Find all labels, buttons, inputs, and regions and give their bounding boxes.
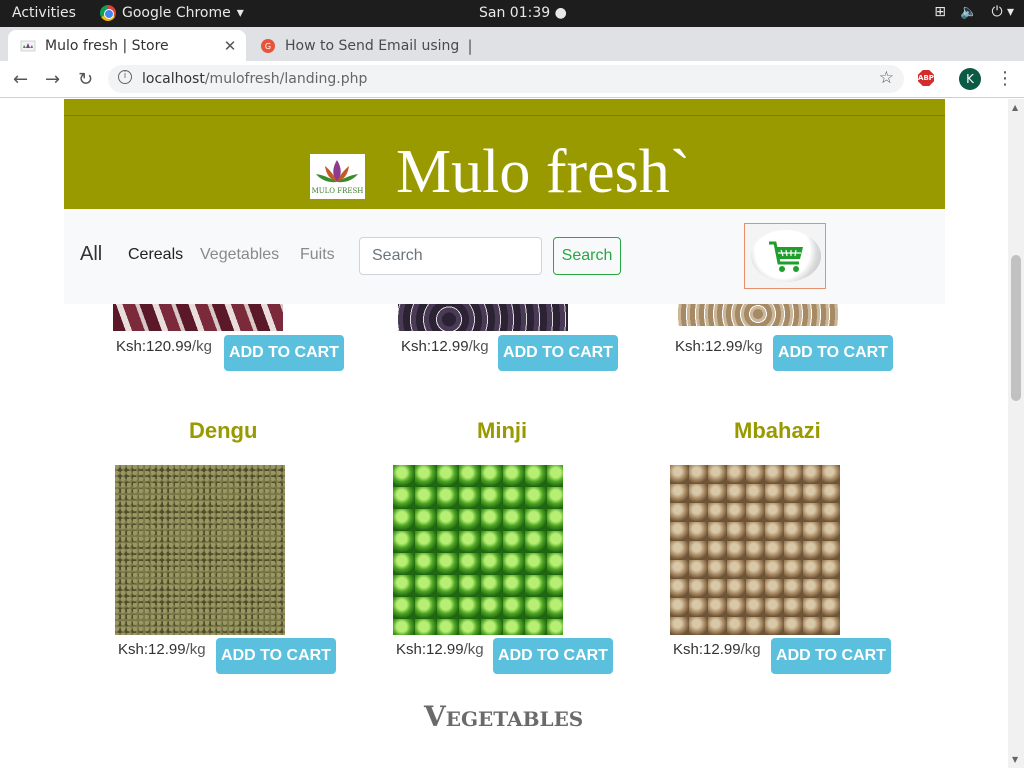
product-name: Dengu: [189, 418, 258, 443]
tab-mulo-fresh[interactable]: Mulo fresh | Store ✕: [8, 30, 246, 61]
add-to-cart-button[interactable]: ADD TO CART: [498, 335, 618, 371]
nav-link-all[interactable]: All: [80, 243, 102, 266]
address-bar[interactable]: i localhost/mulofresh/landing.php ☆: [108, 65, 904, 93]
chrome-menu-icon[interactable]: ⋮: [996, 68, 1014, 89]
product-price: Ksh:12.99/kg: [675, 338, 763, 355]
svg-text:G: G: [265, 42, 271, 51]
tab-send-email[interactable]: G How to Send Email using |: [250, 30, 486, 61]
product-image-partial: [678, 302, 838, 326]
tab-title: How to Send Email using: [285, 37, 460, 54]
shopping-cart-icon: [769, 241, 803, 272]
bookmark-star-icon[interactable]: ☆: [879, 68, 894, 88]
forward-icon[interactable]: →: [45, 69, 60, 90]
activities-button[interactable]: Activities: [12, 5, 76, 21]
cart-button[interactable]: [744, 223, 826, 289]
scrollbar-thumb[interactable]: [1011, 255, 1021, 401]
info-icon[interactable]: i: [118, 70, 132, 84]
tab-title: Mulo fresh | Store: [45, 37, 169, 54]
site-header: MULO FRESH Mulo fresh`: [64, 99, 945, 209]
add-to-cart-button[interactable]: ADD TO CART: [216, 638, 336, 674]
back-icon[interactable]: ←: [13, 69, 28, 90]
mulo-favicon-icon: [20, 40, 36, 51]
scroll-up-icon[interactable]: ▲: [1012, 103, 1018, 112]
os-top-bar: Activities Google Chrome ▾ San 01:39 ● ⊞…: [0, 0, 1024, 27]
tutorial-favicon-icon: G: [261, 38, 275, 53]
product-price: Ksh:12.99/kg: [118, 641, 206, 658]
product-price: Ksh:12.99/kg: [396, 641, 484, 658]
add-to-cart-button[interactable]: ADD TO CART: [771, 638, 891, 674]
product-name: Mbahazi: [734, 418, 821, 443]
add-to-cart-button[interactable]: ADD TO CART: [493, 638, 613, 674]
nav-link-fruits[interactable]: Fuits: [300, 246, 335, 264]
add-to-cart-button[interactable]: ADD TO CART: [224, 335, 344, 371]
product-price: Ksh:12.99/kg: [673, 641, 761, 658]
caret-down-icon: ▾: [236, 5, 244, 21]
close-tab-icon[interactable]: ✕: [220, 37, 240, 55]
section-title-vegetables: Vegetables: [424, 700, 584, 733]
page-viewport: Ksh:120.99/kg ADD TO CART Ksh:12.99/kg A…: [0, 99, 1008, 768]
add-to-cart-button[interactable]: ADD TO CART: [773, 335, 893, 371]
adblock-icon[interactable]: ABP: [918, 70, 934, 86]
browser-toolbar: ← → ↻ i localhost/mulofresh/landing.php …: [0, 61, 1024, 98]
product-image-minji: [393, 465, 563, 635]
volume-icon: 🔈: [960, 4, 978, 20]
product-price: Ksh:12.99/kg: [401, 338, 489, 355]
url-text: localhost/mulofresh/landing.php: [142, 71, 368, 87]
chrome-icon: [100, 5, 116, 21]
clock[interactable]: San 01:39 ●: [479, 5, 567, 21]
nav-link-cereals[interactable]: Cereals: [128, 246, 183, 264]
nav-link-vegetables[interactable]: Vegetables: [200, 246, 279, 264]
product-image-mbahazi: [670, 465, 840, 635]
site-brand-title: Mulo fresh`: [396, 138, 691, 206]
app-name: Google Chrome: [122, 5, 231, 21]
product-image-dengu: [115, 465, 285, 635]
product-image-partial: [113, 302, 283, 331]
lotus-logo-icon: [316, 160, 358, 183]
product-image-partial: [398, 302, 568, 331]
logo-text: MULO FRESH: [311, 187, 364, 195]
tab-separator: |: [467, 36, 473, 55]
header-divider: [64, 115, 945, 116]
app-menu[interactable]: Google Chrome ▾: [100, 5, 244, 21]
network-icon: ⊞: [934, 4, 946, 20]
brand-logo[interactable]: MULO FRESH: [310, 154, 365, 199]
site-navbar: All Cereals Vegetables Fuits Search: [64, 209, 945, 304]
reload-icon[interactable]: ↻: [78, 69, 93, 90]
system-tray[interactable]: ⊞ 🔈 ⏻ ▾: [934, 4, 1014, 20]
product-price: Ksh:120.99/kg: [116, 338, 212, 355]
tab-strip: Mulo fresh | Store ✕ G How to Send Email…: [0, 27, 1024, 84]
search-button[interactable]: Search: [553, 237, 621, 275]
profile-avatar[interactable]: K: [959, 68, 981, 90]
power-icon: ⏻ ▾: [991, 4, 1014, 20]
page-scrollbar[interactable]: ▲ ▼: [1008, 99, 1024, 768]
scroll-down-icon[interactable]: ▼: [1012, 755, 1018, 764]
search-input[interactable]: [359, 237, 542, 275]
product-name: Minji: [477, 418, 528, 443]
